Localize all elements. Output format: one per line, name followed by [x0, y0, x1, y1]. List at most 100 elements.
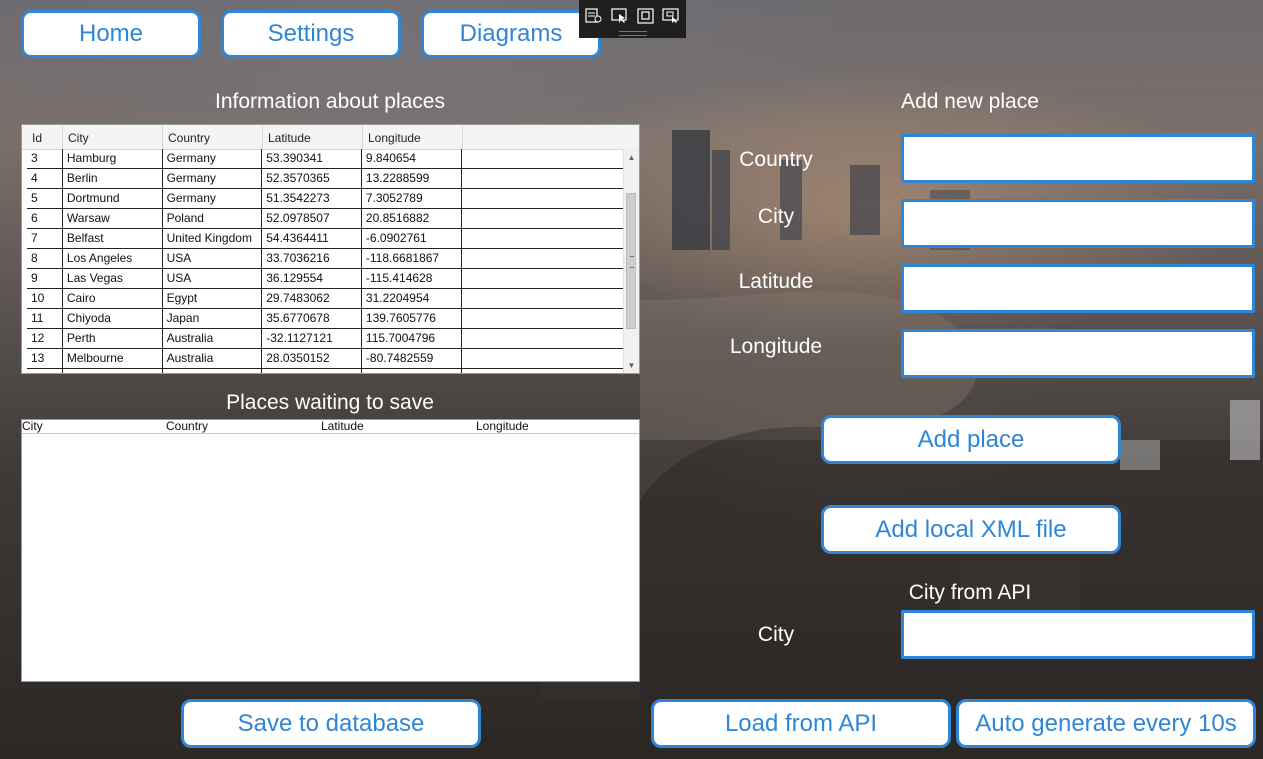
- table-row[interactable]: 3 Hamburg Germany 53.390341 9.840654: [27, 149, 625, 169]
- grip-icon: [630, 256, 634, 268]
- cell-id: 11: [27, 309, 63, 328]
- cell-id: 13: [27, 349, 63, 368]
- scroll-thumb[interactable]: [626, 193, 636, 329]
- city-label: City: [757, 205, 795, 228]
- cell-city: Berlin: [63, 169, 163, 188]
- cell-filler: [462, 229, 625, 248]
- cell-latitude: 51.3542273: [262, 189, 362, 208]
- cell-id: 7: [27, 229, 63, 248]
- cell-filler: [462, 189, 625, 208]
- country-field[interactable]: [901, 134, 1255, 183]
- cell-filler: [462, 289, 625, 308]
- cell-city: Melbourne: [63, 349, 163, 368]
- select-element-icon[interactable]: [611, 8, 629, 24]
- table-row[interactable]: 4 Berlin Germany 52.3570365 13.2288599: [27, 169, 625, 189]
- cell-filler: [462, 209, 625, 228]
- save-to-database-button[interactable]: Save to database: [181, 699, 481, 748]
- scroll-down-icon[interactable]: ▼: [624, 359, 639, 373]
- cell-longitude: -6.0902761: [362, 229, 462, 248]
- track-focus-icon[interactable]: [662, 8, 680, 24]
- table-row[interactable]: 10 Cairo Egypt 29.7483062 31.2204954: [27, 289, 625, 309]
- table-row[interactable]: 5 Dortmund Germany 51.3542273 7.3052789: [27, 189, 625, 209]
- column-header-city[interactable]: City: [63, 125, 163, 149]
- cell-id: 6: [27, 209, 63, 228]
- cell-id: 9: [27, 269, 63, 288]
- longitude-label: Longitude: [729, 335, 823, 358]
- cell-filler: [462, 249, 625, 268]
- add-place-button[interactable]: Add place: [821, 415, 1121, 464]
- cell-longitude: 20.8516882: [362, 209, 462, 228]
- cell-country: Australia: [163, 349, 263, 368]
- cell-country: Australia: [163, 329, 263, 348]
- column-header-country[interactable]: Country: [163, 125, 263, 149]
- diagrams-button[interactable]: Diagrams: [421, 10, 601, 58]
- column-header-latitude[interactable]: Latitude: [263, 125, 363, 149]
- city-field[interactable]: [901, 199, 1255, 248]
- table-row[interactable]: 11 Chiyoda Japan 35.6770678 139.7605776: [27, 309, 625, 329]
- cell-latitude: 28.0350152: [262, 349, 362, 368]
- table-row[interactable]: 9 Las Vegas USA 36.129554 -115.414628: [27, 269, 625, 289]
- display-layout-adorners-icon[interactable]: [637, 8, 655, 24]
- auto-generate-button[interactable]: Auto generate every 10s: [956, 699, 1256, 748]
- column-header-id[interactable]: Id: [27, 125, 63, 149]
- cell-filler: [462, 149, 625, 168]
- column-header-city[interactable]: City: [22, 420, 43, 433]
- latitude-field[interactable]: [901, 264, 1255, 313]
- cell-filler: [462, 269, 625, 288]
- places-data-grid[interactable]: Id City Country Latitude Longitude 3 Hamb…: [21, 124, 640, 374]
- cell-country: Germany: [163, 189, 263, 208]
- cell-country: Egypt: [163, 289, 263, 308]
- cell-id: 8: [27, 249, 63, 268]
- add-place-title: Add new place: [901, 90, 1039, 113]
- table-row[interactable]: 14SydneyAustralia-33.8797564151.196999: [27, 369, 625, 373]
- cell-filler: [462, 369, 625, 373]
- table-row[interactable]: 6 Warsaw Poland 52.0978507 20.8516882: [27, 209, 625, 229]
- cell-city: Las Vegas: [63, 269, 163, 288]
- grid-scrollbar[interactable]: ▲ ▼: [623, 149, 639, 373]
- cell-longitude: -80.7482559: [362, 349, 462, 368]
- table-row[interactable]: 7 Belfast United Kingdom 54.4364411 -6.09027…: [27, 229, 625, 249]
- cell-country: USA: [163, 249, 263, 268]
- column-header-latitude[interactable]: Latitude: [321, 420, 364, 433]
- cell-country: Germany: [163, 169, 263, 188]
- load-from-api-button[interactable]: Load from API: [651, 699, 951, 748]
- grid-rows: 3 Hamburg Germany 53.390341 9.840654 4 Berlin G…: [27, 149, 625, 373]
- cell-city: Belfast: [63, 229, 163, 248]
- longitude-field[interactable]: [901, 329, 1255, 378]
- cell-latitude: 33.7036216: [262, 249, 362, 268]
- cell-filler: [462, 349, 625, 368]
- places-panel-title: Information about places: [215, 90, 445, 113]
- cell-filler: [462, 329, 625, 348]
- cell-latitude: 54.4364411: [262, 229, 362, 248]
- toolbar-drag-handle[interactable]: [619, 31, 647, 36]
- api-city-field[interactable]: [901, 610, 1255, 659]
- dev-toolbar: [579, 0, 686, 38]
- add-xml-file-button[interactable]: Add local XML file: [821, 505, 1121, 554]
- waiting-places-list[interactable]: City Country Latitude Longitude: [21, 419, 640, 682]
- cell-latitude: 36.129554: [262, 269, 362, 288]
- api-section-title: City from API: [908, 581, 1032, 604]
- cell-city: Los Angeles: [63, 249, 163, 268]
- home-button[interactable]: Home: [21, 10, 201, 58]
- cell-id: 12: [27, 329, 63, 348]
- cell-longitude: 13.2288599: [362, 169, 462, 188]
- cell-country: Australia: [163, 369, 263, 373]
- live-visual-tree-icon[interactable]: [585, 8, 603, 24]
- cell-city: Warsaw: [63, 209, 163, 228]
- grid-header: Id City Country Latitude Longitude: [22, 125, 639, 150]
- column-header-longitude[interactable]: Longitude: [363, 125, 463, 149]
- settings-button[interactable]: Settings: [221, 10, 401, 58]
- table-row[interactable]: 8 Los Angeles USA 33.7036216 -118.6681867: [27, 249, 625, 269]
- scroll-up-icon[interactable]: ▲: [624, 151, 639, 165]
- column-header-longitude[interactable]: Longitude: [476, 420, 529, 433]
- cell-latitude: 52.3570365: [262, 169, 362, 188]
- cell-id: 3: [27, 149, 63, 168]
- cell-longitude: -118.6681867: [362, 249, 462, 268]
- table-row[interactable]: 12 Perth Australia -32.1127121 115.7004796: [27, 329, 625, 349]
- cell-longitude: 7.3052789: [362, 189, 462, 208]
- cell-city: Hamburg: [63, 149, 163, 168]
- column-header-country[interactable]: Country: [166, 420, 208, 433]
- table-row[interactable]: 13 Melbourne Australia 28.0350152 -80.748255…: [27, 349, 625, 369]
- cell-longitude: 151.196999: [362, 369, 462, 373]
- latitude-label: Latitude: [738, 270, 814, 293]
